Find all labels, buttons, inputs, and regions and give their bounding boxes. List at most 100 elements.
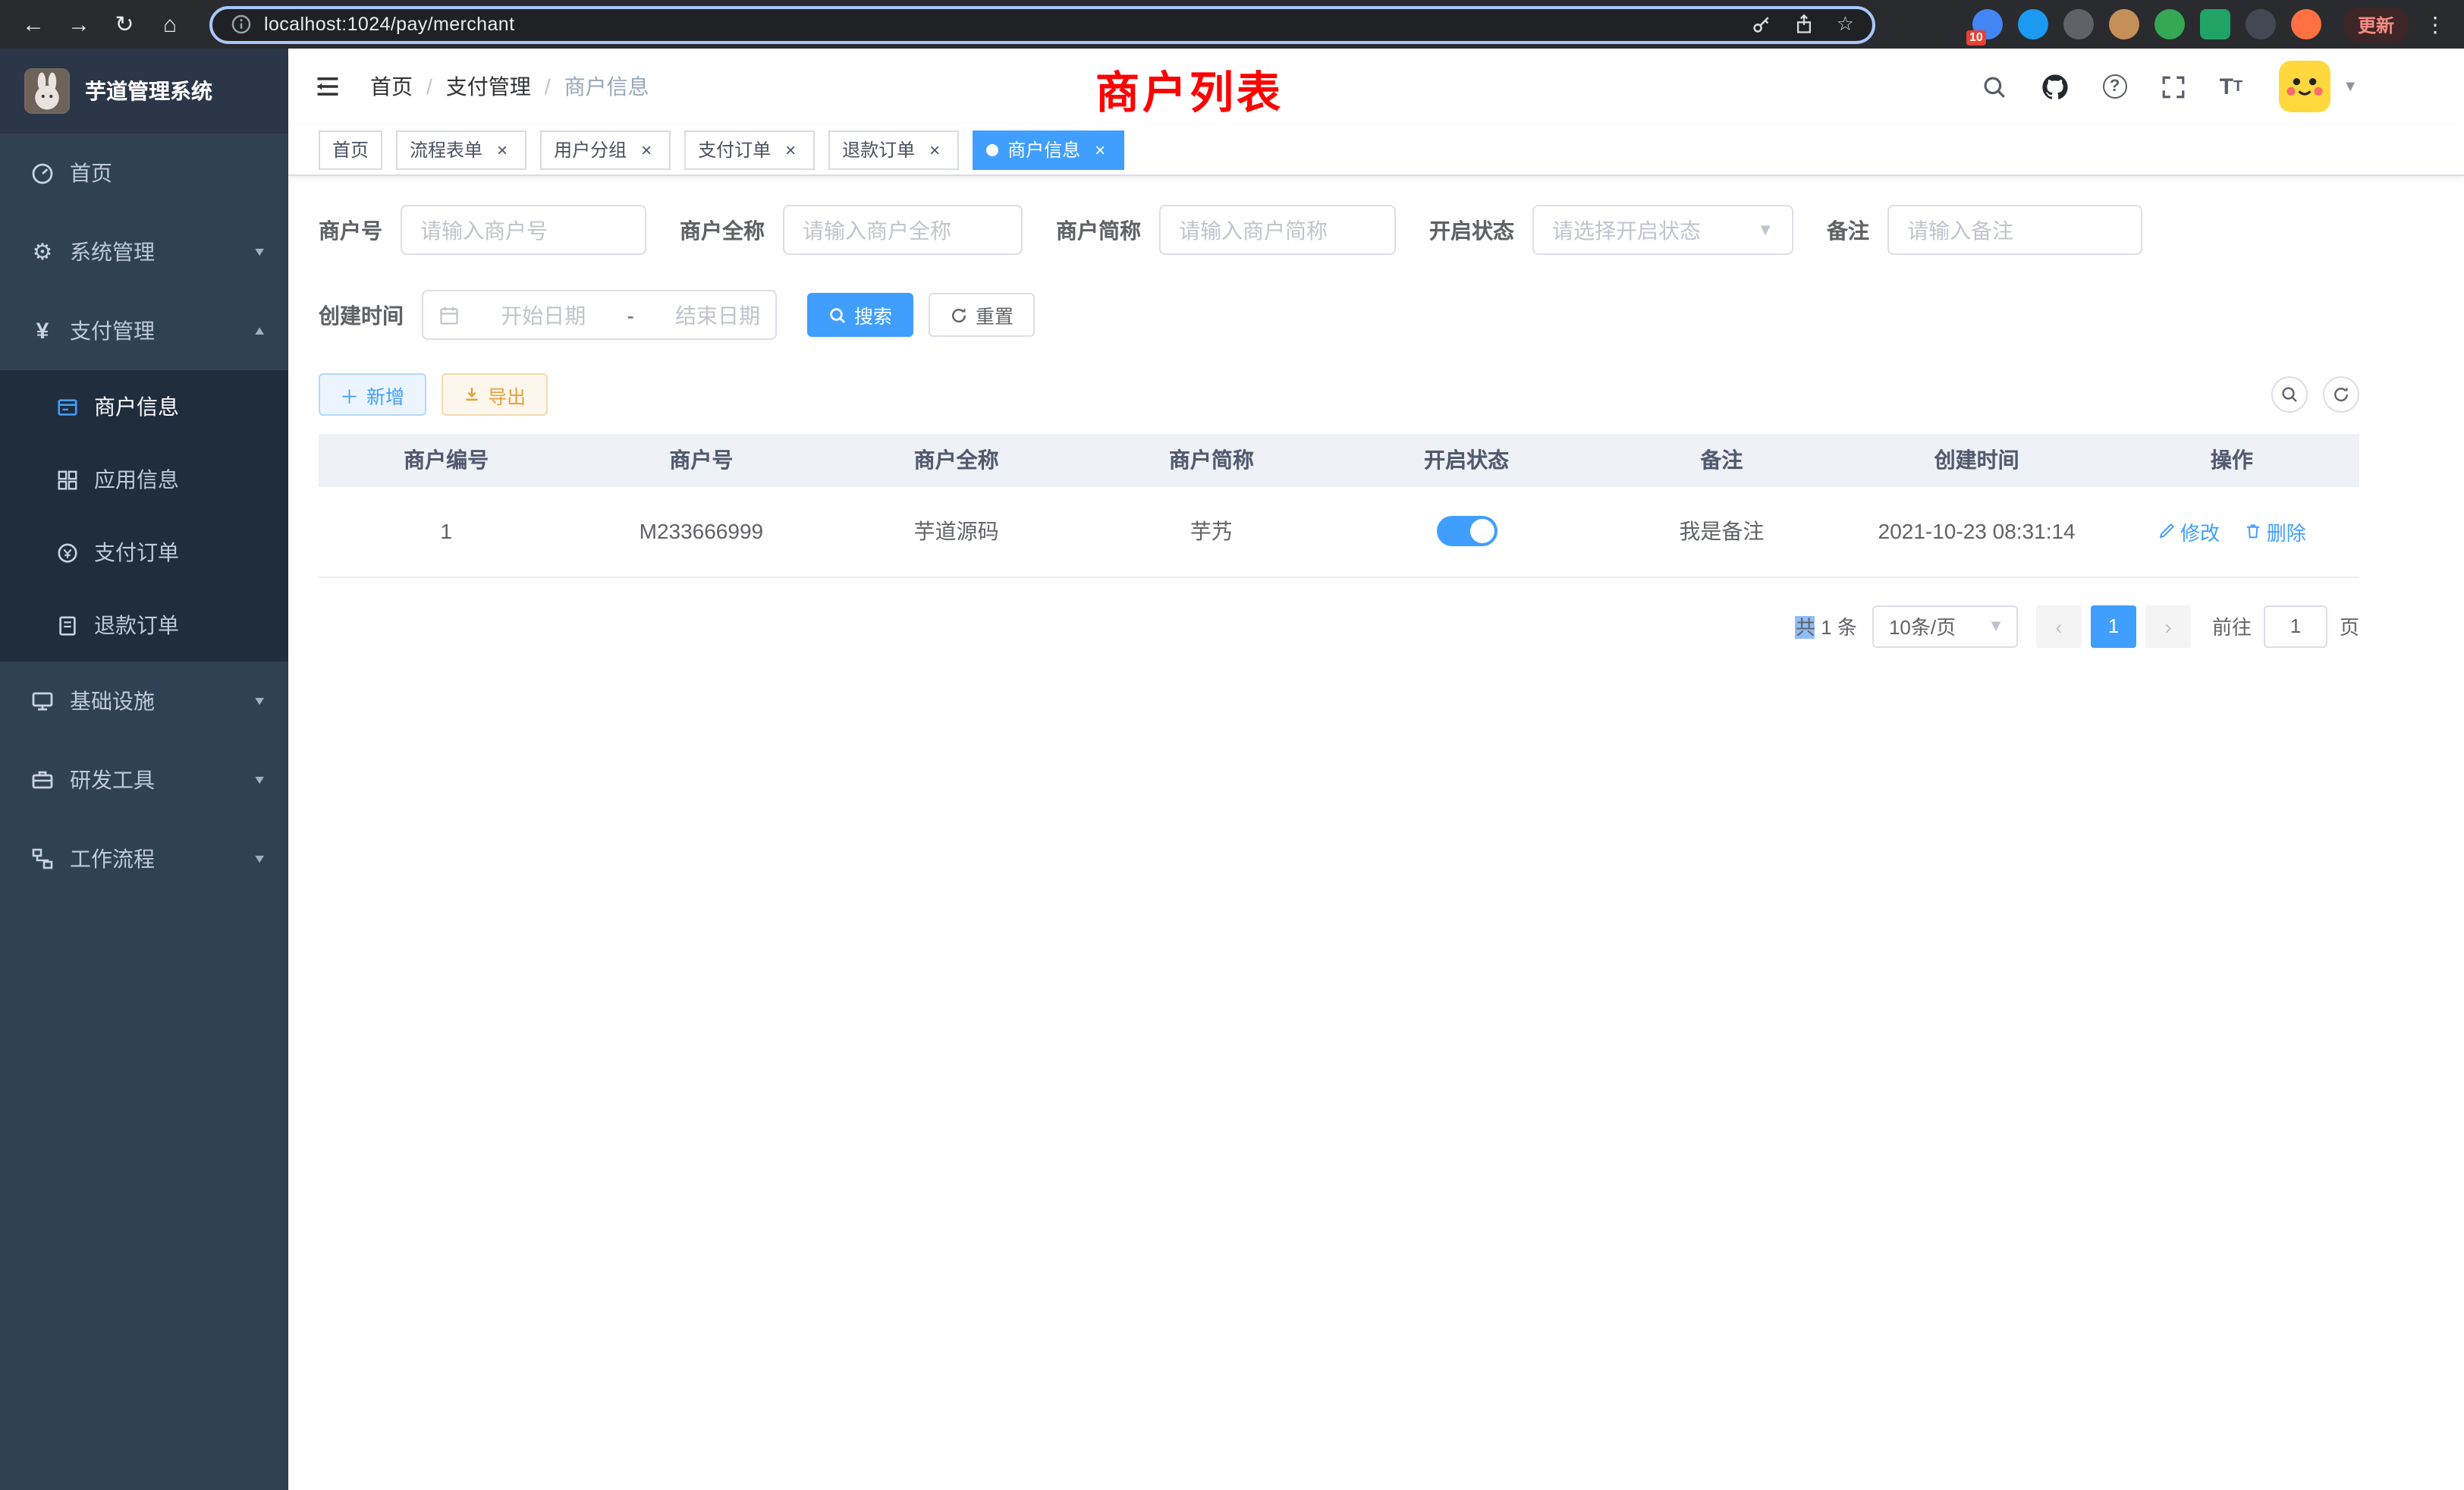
close-icon[interactable]: × xyxy=(492,139,513,160)
total-prefix: 共 xyxy=(1796,616,1815,639)
sidebar-item-pay-orders[interactable]: 支付订单 xyxy=(0,516,288,589)
extension-icon[interactable] xyxy=(2063,9,2094,39)
short-name-label: 商户简称 xyxy=(1056,215,1141,245)
profile-avatar[interactable] xyxy=(2291,9,2321,39)
tab-user-group[interactable]: 用户分组 × xyxy=(540,130,671,169)
sidebar-item-app-info[interactable]: 应用信息 xyxy=(0,443,288,516)
yen-icon: ¥ xyxy=(30,319,55,343)
refresh-icon xyxy=(950,306,968,324)
extension-icon[interactable]: 10 xyxy=(1972,9,2003,39)
search-icon[interactable] xyxy=(1982,74,2007,99)
total-suffix: 条 xyxy=(1837,616,1857,639)
status-select[interactable]: 请选择开启状态 ▼ xyxy=(1532,205,1793,255)
merchant-no-input[interactable]: 请输入商户号 xyxy=(401,205,646,255)
sidebar-item-label: 退款订单 xyxy=(94,610,179,640)
site-info-icon[interactable] xyxy=(231,14,252,35)
filter-row-1: 商户号 请输入商户号 商户全称 请输入商户全称 商户简称 xyxy=(319,205,2359,255)
share-icon[interactable] xyxy=(1794,14,1815,35)
goto-label: 前往 xyxy=(2212,611,2252,640)
sidebar-item-label: 支付管理 xyxy=(70,316,155,346)
workflow-icon xyxy=(30,847,55,871)
short-name-input[interactable]: 请输入商户简称 xyxy=(1159,205,1396,255)
create-time-range-input[interactable]: 开始日期 - 结束日期 xyxy=(422,290,777,340)
payment-submenu: 商户信息 应用信息 支付订单 xyxy=(0,370,288,662)
chrome-update-button[interactable]: 更新 xyxy=(2343,7,2409,42)
chevron-down-icon: ▼ xyxy=(252,694,267,708)
breadcrumb-home[interactable]: 首页 xyxy=(370,71,413,102)
page-annotation: 商户列表 xyxy=(1095,58,1284,121)
github-icon[interactable] xyxy=(2041,72,2070,101)
sidebar-item-merchant-info[interactable]: 商户信息 xyxy=(0,370,288,443)
font-size-icon[interactable]: TT xyxy=(2220,74,2243,99)
page-size-select[interactable]: 10条/页 ▼ xyxy=(1872,605,2018,647)
sidebar-item-workflow[interactable]: 工作流程 ▼ xyxy=(0,819,288,898)
search-button[interactable]: 搜索 xyxy=(807,293,913,337)
sidebar-item-dev-tools[interactable]: 研发工具 ▼ xyxy=(0,740,288,819)
bookmark-star-icon[interactable]: ☆ xyxy=(1837,12,1854,36)
placeholder-text: 请输入备注 xyxy=(1907,215,2013,245)
full-name-input[interactable]: 请输入商户全称 xyxy=(783,205,1023,255)
browser-menu-icon[interactable]: ⋮ xyxy=(2425,11,2446,37)
screen: ← → ↻ ⌂ localhost:1024/pay/merchant ☆ 10 xyxy=(0,0,2464,1490)
sidebar-item-home[interactable]: 首页 xyxy=(0,134,288,212)
add-button[interactable]: ＋ 新增 xyxy=(319,373,426,416)
goto-page-input[interactable] xyxy=(2264,605,2327,647)
col-header: 备注 xyxy=(1594,434,1849,486)
user-avatar[interactable] xyxy=(2279,61,2330,112)
extension-icon[interactable] xyxy=(2018,9,2048,39)
col-header: 商户号 xyxy=(574,434,828,486)
address-bar[interactable]: localhost:1024/pay/merchant ☆ xyxy=(209,5,1875,43)
sidebar-toggle-icon[interactable] xyxy=(313,71,343,102)
close-icon[interactable]: × xyxy=(780,139,801,160)
reset-button[interactable]: 重置 xyxy=(929,293,1035,337)
page-number-1[interactable]: 1 xyxy=(2091,605,2136,647)
add-button-label: 新增 xyxy=(366,380,404,409)
sidebar-item-system[interactable]: ⚙ 系统管理 ▼ xyxy=(0,212,288,291)
remark-input[interactable]: 请输入备注 xyxy=(1887,205,2142,255)
password-key-icon[interactable] xyxy=(1752,14,1773,35)
extension-icon[interactable] xyxy=(2200,9,2230,39)
tab-home[interactable]: 首页 xyxy=(319,130,382,169)
tab-pay-orders[interactable]: 支付订单 × xyxy=(684,130,815,169)
sidebar: 芋道管理系统 首页 ⚙ 系统管理 ▼ ¥ 支付管理 ▲ xyxy=(0,49,288,1490)
sidebar-item-infrastructure[interactable]: 基础设施 ▼ xyxy=(0,662,288,740)
home-icon[interactable]: ⌂ xyxy=(152,6,188,42)
edit-link[interactable]: 修改 xyxy=(2158,517,2220,545)
export-button[interactable]: 导出 xyxy=(441,373,547,416)
extension-icon[interactable] xyxy=(2109,9,2139,39)
next-page-button[interactable]: › xyxy=(2145,605,2191,647)
dashboard-icon xyxy=(30,161,55,185)
reload-icon[interactable]: ↻ xyxy=(106,6,143,42)
toggle-search-button[interactable] xyxy=(2271,376,2308,413)
tab-refund-orders[interactable]: 退款订单 × xyxy=(828,130,959,169)
help-icon[interactable]: ? xyxy=(2103,74,2127,99)
breadcrumb-payment[interactable]: 支付管理 xyxy=(446,71,531,102)
cell-remark: 我是备注 xyxy=(1594,486,1849,577)
close-icon[interactable]: × xyxy=(636,139,657,160)
cell-merchant-no: M233666999 xyxy=(574,486,828,577)
prev-page-button[interactable]: ‹ xyxy=(2036,605,2082,647)
tab-process-form[interactable]: 流程表单 × xyxy=(396,130,526,169)
sidebar-item-refund-orders[interactable]: 退款订单 xyxy=(0,589,288,662)
extensions-area: 10 更新 ⋮ xyxy=(1972,7,2449,42)
chevron-down-icon[interactable]: ▼ xyxy=(2343,78,2358,95)
refresh-table-button[interactable] xyxy=(2323,376,2359,413)
extension-icon[interactable] xyxy=(2246,9,2276,39)
cell-full-name: 芋道源码 xyxy=(829,486,1084,577)
back-icon[interactable]: ← xyxy=(15,6,52,42)
close-icon[interactable]: × xyxy=(1089,139,1111,160)
forward-icon[interactable]: → xyxy=(61,6,97,42)
toolbox-icon xyxy=(30,768,55,792)
app-logo[interactable]: 芋道管理系统 xyxy=(0,49,288,134)
delete-link[interactable]: 删除 xyxy=(2244,517,2306,545)
refund-doc-icon xyxy=(55,613,79,637)
tab-merchant-info[interactable]: 商户信息 × xyxy=(973,130,1124,169)
url-text: localhost:1024/pay/merchant xyxy=(264,14,514,35)
extension-icon[interactable] xyxy=(2154,9,2185,39)
breadcrumb: 首页 / 支付管理 / 商户信息 xyxy=(370,71,649,102)
status-toggle[interactable] xyxy=(1436,516,1497,546)
fullscreen-icon[interactable] xyxy=(2161,74,2186,99)
close-icon[interactable]: × xyxy=(924,139,945,160)
sidebar-item-payment[interactable]: ¥ 支付管理 ▲ xyxy=(0,291,288,370)
app-grid-icon xyxy=(55,467,79,492)
